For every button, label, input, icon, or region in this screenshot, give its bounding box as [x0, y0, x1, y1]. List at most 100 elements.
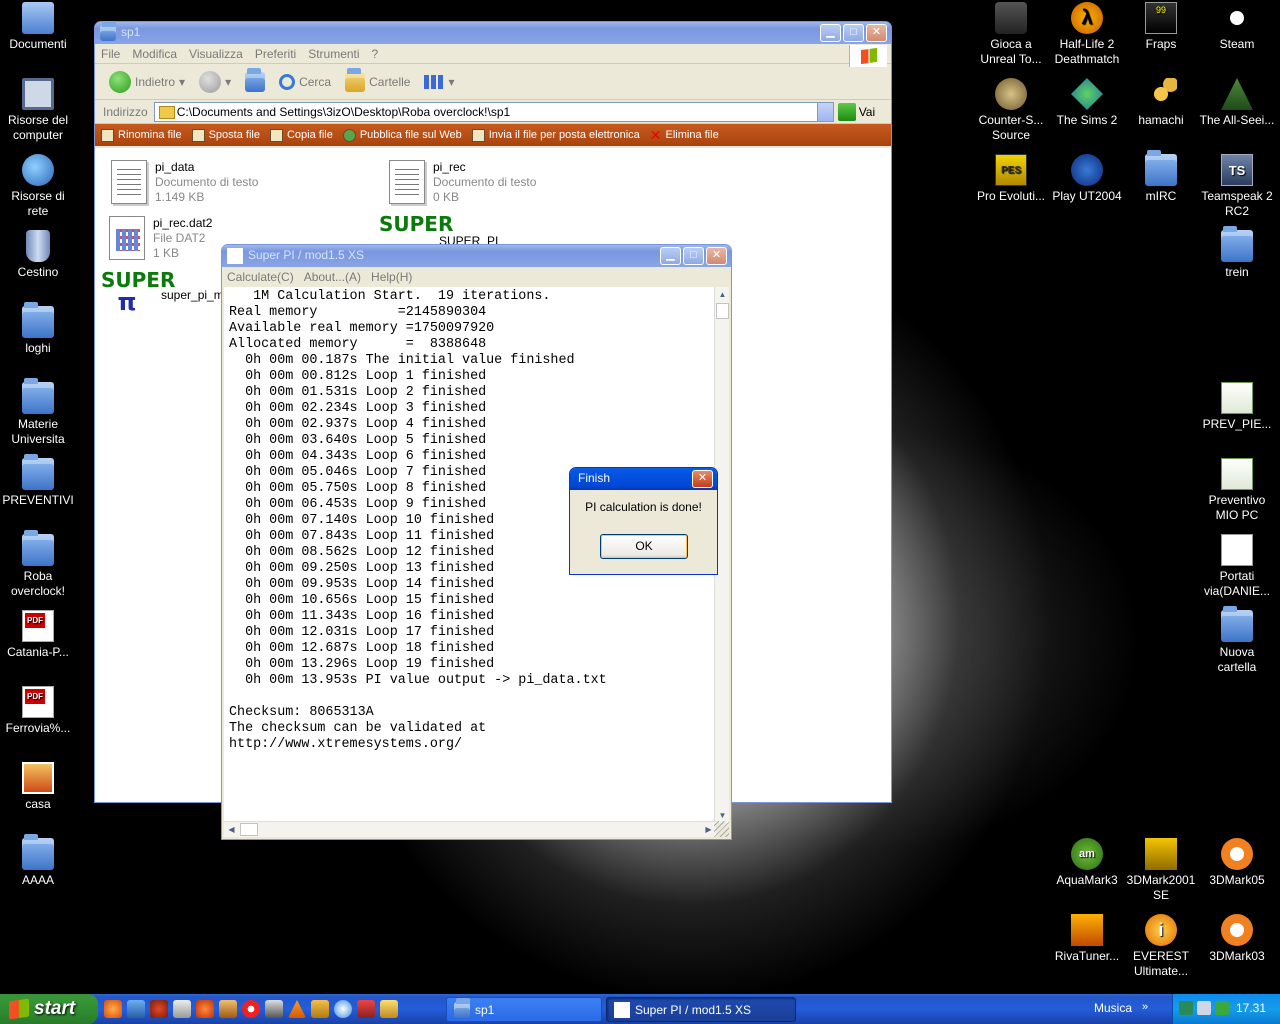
app-icon[interactable]	[219, 1000, 237, 1018]
app-icon[interactable]	[196, 1000, 214, 1018]
firefox-icon[interactable]	[104, 1000, 122, 1018]
go-button[interactable]: Vai	[837, 102, 875, 121]
desktop-icon-7[interactable]: Roba overclock!	[0, 530, 76, 599]
tray-network-icon[interactable]	[1215, 1001, 1229, 1015]
publish-web-task[interactable]: Pubblica file sul Web	[342, 128, 468, 142]
desktop-icon-portati[interactable]: Portati via(DANIE...	[1199, 534, 1275, 599]
menu-file[interactable]: File	[95, 47, 126, 61]
app-icon[interactable]	[150, 1000, 168, 1018]
clock[interactable]: 17.31	[1236, 994, 1266, 1023]
rename-file-task[interactable]: Rinomina file	[101, 128, 188, 142]
musica-toolbar[interactable]: Musica	[1094, 994, 1132, 1023]
chevron-down-icon[interactable]: ▾	[448, 75, 454, 89]
desktop-icon-mirc[interactable]: mIRC	[1123, 150, 1199, 204]
desktop-icon-1[interactable]: Risorse del computer	[0, 78, 76, 143]
tray-app-icon[interactable]	[1197, 1001, 1211, 1015]
close-button[interactable]: ✕	[692, 470, 713, 488]
vlc-icon[interactable]	[288, 1000, 306, 1018]
desktop-icon-11[interactable]: AAAA	[0, 834, 76, 888]
chevron-right-icon[interactable]: »	[1142, 994, 1148, 1020]
horizontal-scrollbar[interactable]: ◀ ▶	[224, 821, 716, 837]
desktop-icon-8[interactable]: Catania-P...	[0, 610, 76, 660]
maximize-button[interactable]: □	[683, 247, 704, 265]
file-item-pi-rec-dat2[interactable]: pi_rec.dat2 File DAT2 1 KB	[109, 216, 212, 261]
desktop-icon-half-life[interactable]: λ Half-Life 2 Deathmatch	[1049, 2, 1125, 67]
desktop-icon-2[interactable]: Risorse di rete	[0, 154, 76, 219]
scroll-thumb[interactable]	[716, 303, 729, 319]
taskbar-item-super-pi[interactable]: Super PI / mod1.5 XS	[606, 997, 796, 1022]
desktop-icon-aquamark[interactable]: am AquaMark3	[1049, 838, 1125, 888]
menu-about[interactable]: About...(A)	[299, 270, 366, 284]
copy-file-task[interactable]: Copia file	[269, 128, 339, 142]
desktop-icon-rivatuner[interactable]: RivaTuner...	[1049, 914, 1125, 964]
desktop-icon-teamspeak[interactable]: TS Teamspeak 2 RC2	[1199, 154, 1275, 219]
show-desktop-icon[interactable]	[127, 1000, 145, 1018]
menu-help[interactable]: Help(H)	[366, 270, 417, 284]
desktop-icon-3[interactable]: Cestino	[0, 230, 76, 280]
file-item-pi-data[interactable]: pi_data Documento di testo 1.149 KB	[111, 160, 258, 205]
menu-modifica[interactable]: Modifica	[126, 47, 183, 61]
forward-button[interactable]: ▾	[195, 70, 235, 93]
chevron-down-icon[interactable]: ▾	[225, 75, 231, 89]
search-button[interactable]: Cerca	[275, 73, 335, 90]
address-input[interactable]: C:\Documents and Settings\3izO\Desktop\R…	[153, 101, 834, 122]
desktop-icon-counter-strike[interactable]: Counter-S... Source	[973, 78, 1049, 143]
app-icon[interactable]	[265, 1000, 283, 1018]
resize-grip[interactable]	[714, 821, 729, 837]
desktop-icon-steam[interactable]: Steam	[1199, 2, 1275, 52]
ok-button[interactable]: OK	[600, 534, 688, 559]
app-icon[interactable]	[242, 1000, 260, 1018]
desktop-icon-fraps[interactable]: 99 Fraps	[1123, 2, 1199, 52]
desktop-icon-3dmark2001[interactable]: 3DMark2001 SE	[1123, 838, 1199, 903]
address-dropdown-button[interactable]	[816, 102, 833, 121]
scroll-up-icon[interactable]: ▲	[715, 287, 730, 302]
close-button[interactable]: ✕	[706, 247, 727, 265]
desktop-icon-ut2004[interactable]: Play UT2004	[1049, 154, 1125, 204]
desktop-icon-prev-pie[interactable]: PREV_PIE...	[1199, 382, 1275, 432]
super-pi-titlebar[interactable]: Super PI / mod1.5 XS ▁ □ ✕	[222, 245, 731, 267]
desktop-icon-unreal[interactable]: Gioca a Unreal To...	[973, 2, 1049, 67]
scroll-thumb[interactable]	[240, 823, 258, 836]
taskbar-item-explorer[interactable]: sp1	[446, 997, 602, 1022]
menu-visualizza[interactable]: Visualizza	[183, 47, 249, 61]
finish-titlebar[interactable]: Finish ✕	[570, 468, 717, 490]
app-icon[interactable]	[173, 1000, 191, 1018]
explorer-titlebar[interactable]: sp1 ▁ □ ✕	[95, 21, 891, 44]
email-file-task[interactable]: Invia il file per posta elettronica	[471, 128, 646, 142]
desktop-icon-6[interactable]: PREVENTIVI	[0, 454, 76, 508]
desktop-icon-all-seeing[interactable]: The All-Seei...	[1199, 78, 1275, 128]
move-file-task[interactable]: Sposta file	[191, 128, 266, 142]
desktop-icon-3dmark03[interactable]: 3DMark03	[1199, 914, 1275, 964]
menu-strumenti[interactable]: Strumenti	[302, 47, 365, 61]
up-folder-button[interactable]	[241, 67, 269, 92]
desktop-icon-4[interactable]: loghi	[0, 302, 76, 356]
desktop-icon-sims[interactable]: The Sims 2	[1049, 78, 1125, 128]
desktop-icon-5[interactable]: Materie Universita	[0, 378, 76, 447]
desktop-icon-nuova-cartella[interactable]: Nuova cartella	[1199, 606, 1275, 675]
maximize-button[interactable]: □	[843, 24, 864, 42]
desktop-icon-3dmark05[interactable]: 3DMark05	[1199, 838, 1275, 888]
desktop-icon-pes[interactable]: PES Pro Evoluti...	[973, 154, 1049, 204]
file-item-super-pi-mod[interactable]: SUPER π super_pi_m	[101, 270, 224, 314]
menu-preferiti[interactable]: Preferiti	[249, 47, 302, 61]
app-icon[interactable]	[357, 1000, 375, 1018]
desktop-icon-9[interactable]: Ferrovia%...	[0, 686, 76, 736]
app-icon[interactable]	[334, 1000, 352, 1018]
desktop-icon-0[interactable]: Documenti	[0, 2, 76, 52]
app-icon[interactable]	[380, 1000, 398, 1018]
desktop-icon-preventivo[interactable]: Preventivo MIO PC	[1199, 458, 1275, 523]
desktop-icon-hamachi[interactable]: hamachi	[1123, 78, 1199, 128]
file-item-pi-rec[interactable]: pi_rec Documento di testo 0 KB	[389, 160, 536, 205]
close-button[interactable]: ✕	[866, 24, 887, 42]
app-icon[interactable]	[311, 1000, 329, 1018]
views-button[interactable]: ▾	[420, 74, 458, 89]
chevron-down-icon[interactable]: ▾	[179, 75, 185, 89]
folders-button[interactable]: Cartelle	[341, 67, 414, 92]
menu-help[interactable]: ?	[366, 47, 385, 61]
back-button[interactable]: Indietro ▾	[105, 70, 189, 93]
desktop-icon-10[interactable]: casa	[0, 762, 76, 812]
delete-file-task[interactable]: ✕ Elimina file	[650, 128, 725, 142]
minimize-button[interactable]: ▁	[660, 247, 681, 265]
finish-dialog[interactable]: Finish ✕ PI calculation is done! OK	[569, 467, 718, 575]
minimize-button[interactable]: ▁	[820, 24, 841, 42]
